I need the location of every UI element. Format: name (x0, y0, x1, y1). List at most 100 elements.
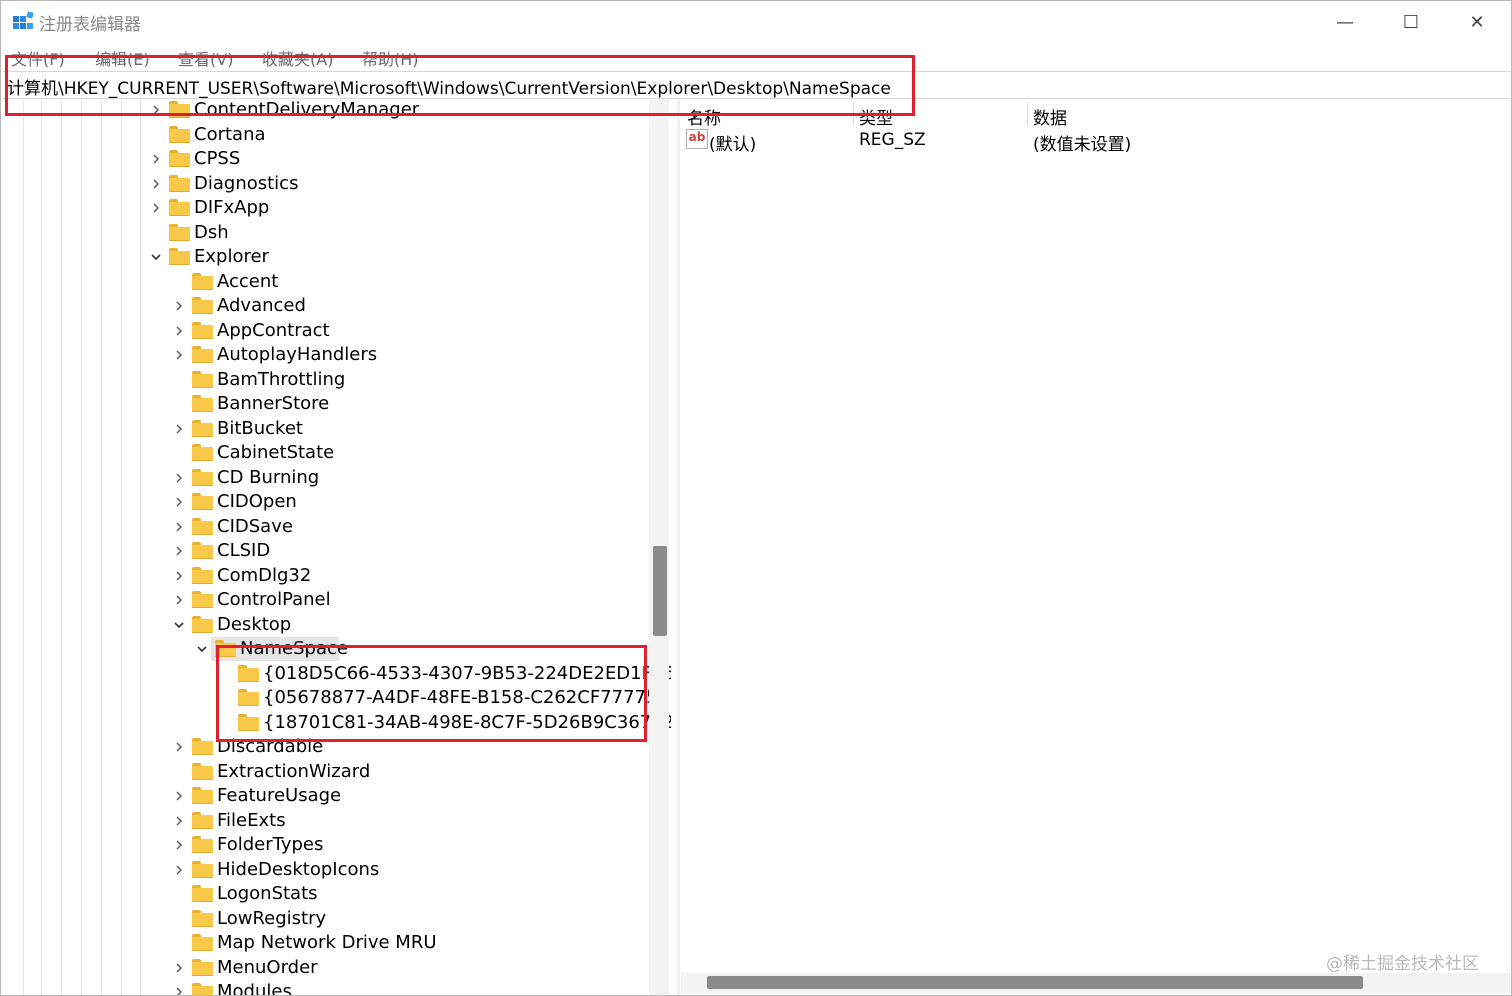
chevron-right-icon[interactable] (172, 520, 186, 534)
tree-node-label: DIFxApp (194, 197, 270, 218)
address-bar[interactable]: 计算机\HKEY_CURRENT_USER\Software\Microsoft… (3, 71, 1511, 99)
key-tree[interactable]: ContentDeliveryManager Cortana CPSS Diagnos… (3, 100, 671, 995)
chevron-right-icon[interactable] (172, 814, 186, 828)
tree-node[interactable]: FeatureUsage (3, 784, 649, 808)
tree-node[interactable]: Dsh (3, 221, 649, 245)
tree-scroll-thumb[interactable] (653, 546, 667, 636)
tree-node[interactable]: Map Network Drive MRU (3, 931, 649, 955)
menu-view[interactable]: 查看(V) (178, 46, 233, 70)
tree-node[interactable]: FolderTypes (3, 833, 649, 857)
chevron-right-icon[interactable] (172, 985, 186, 995)
chevron-right-icon[interactable] (172, 324, 186, 338)
tree-node[interactable]: CIDOpen (3, 490, 649, 514)
chevron-down-icon[interactable] (172, 618, 186, 632)
folder-icon (192, 615, 213, 633)
tree-node-label: FeatureUsage (217, 785, 342, 806)
chevron-down-icon[interactable] (149, 250, 163, 264)
folder-icon (192, 811, 213, 829)
menu-file[interactable]: 文件(F) (11, 46, 65, 70)
tree-node[interactable]: LogonStats (3, 882, 649, 906)
column-separator[interactable] (1027, 102, 1028, 126)
chevron-right-icon[interactable] (172, 863, 186, 877)
folder-icon (169, 125, 190, 143)
folder-icon (169, 150, 190, 167)
tree-node[interactable]: {05678877-A4DF-48FE-B158-C262CF77775B} (3, 686, 671, 710)
folder-icon (192, 444, 213, 461)
values-list[interactable]: 名称 类型 数据 ab (默认) REG_SZ (数值未设置) (681, 100, 1511, 995)
tree-node[interactable]: DIFxApp (3, 196, 649, 220)
title-bar[interactable]: 注册表编辑器 — ☐ ✕ (1, 1, 1511, 43)
chevron-right-icon[interactable] (172, 299, 186, 313)
tree-node[interactable]: Diagnostics (3, 172, 649, 196)
chevron-right-icon[interactable] (172, 348, 186, 362)
chevron-down-icon[interactable] (195, 642, 209, 656)
menu-edit[interactable]: 编辑(E) (95, 46, 150, 70)
tree-node[interactable]: Desktop (3, 613, 649, 637)
tree-node[interactable]: Advanced (3, 294, 649, 318)
chevron-right-icon[interactable] (172, 544, 186, 558)
tree-node[interactable]: HideDesktopIcons (3, 858, 649, 882)
chevron-right-icon[interactable] (149, 103, 163, 117)
tree-node[interactable]: Cortana (3, 123, 649, 147)
menu-favorites[interactable]: 收藏夹(A) (262, 46, 333, 70)
tree-node[interactable]: Discardable (3, 735, 649, 759)
chevron-right-icon[interactable] (172, 471, 186, 485)
tree-node[interactable]: Modules (3, 980, 649, 995)
values-scroll-thumb[interactable] (707, 976, 1363, 989)
tree-node[interactable]: MenuOrder (3, 956, 649, 980)
tree-node[interactable]: ExtractionWizard (3, 760, 649, 784)
tree-node[interactable]: CabinetState (3, 441, 649, 465)
chevron-right-icon[interactable] (172, 740, 186, 754)
maximize-button[interactable]: ☐ (1381, 5, 1441, 39)
tree-node[interactable]: BamThrottling (3, 368, 649, 392)
folder-icon (192, 272, 213, 290)
tree-node[interactable]: FileExts (3, 809, 649, 833)
column-separator[interactable] (853, 102, 854, 126)
chevron-right-icon[interactable] (172, 422, 186, 436)
column-header-data[interactable]: 数据 (1033, 104, 1067, 129)
chevron-right-icon[interactable] (172, 569, 186, 583)
tree-node[interactable]: {018D5C66-4533-4307-9B53-224DE2ED1FE6} (3, 662, 671, 686)
tree-node[interactable]: CLSID (3, 539, 649, 563)
column-header-type[interactable]: 类型 (859, 104, 893, 129)
address-path[interactable]: 计算机\HKEY_CURRENT_USER\Software\Microsoft… (7, 74, 891, 99)
tree-node-label: CabinetState (217, 442, 335, 463)
close-button[interactable]: ✕ (1447, 5, 1507, 39)
tree-node[interactable]: AppContract (3, 319, 649, 343)
folder-icon (192, 493, 213, 510)
tree-node[interactable]: ControlPanel (3, 588, 649, 612)
tree-node-label: LogonStats (217, 883, 318, 904)
tree-node[interactable]: Accent (3, 270, 649, 294)
chevron-right-icon[interactable] (149, 177, 163, 191)
chevron-right-icon[interactable] (172, 838, 186, 852)
tree-node-label: Dsh (194, 221, 229, 243)
tree-node[interactable]: BitBucket (3, 417, 649, 441)
column-header-name[interactable]: 名称 (687, 104, 721, 129)
tree-node[interactable]: {18701C81-34AB-498E-8C7F-5D26B9C36732} (3, 711, 671, 735)
tree-node[interactable]: CPSS (3, 147, 649, 171)
menu-help[interactable]: 帮助(H) (362, 46, 419, 70)
tree-node[interactable]: CD Burning (3, 466, 649, 490)
tree-node[interactable]: ComDlg32 (3, 564, 649, 588)
chevron-right-icon[interactable] (172, 961, 186, 975)
tree-node[interactable]: NameSpace (3, 637, 649, 661)
tree-node[interactable]: LowRegistry (3, 907, 649, 931)
tree-node-label: {018D5C66-4533-4307-9B53-224DE2ED1FE6} (263, 662, 671, 684)
pane-splitter[interactable] (677, 100, 680, 995)
chevron-right-icon[interactable] (172, 789, 186, 803)
tree-node[interactable]: AutoplayHandlers (3, 343, 649, 367)
tree-node-label: Map Network Drive MRU (217, 932, 437, 953)
tree-node[interactable]: BannerStore (3, 392, 649, 416)
minimize-icon: — (1336, 11, 1354, 33)
chevron-right-icon[interactable] (172, 593, 186, 607)
minimize-button[interactable]: — (1315, 5, 1375, 39)
chevron-right-icon[interactable] (172, 495, 186, 509)
folder-icon (192, 762, 213, 780)
tree-node[interactable]: Explorer (3, 245, 649, 269)
chevron-right-icon[interactable] (149, 201, 163, 215)
tree-node[interactable]: ContentDeliveryManager (3, 100, 649, 122)
folder-icon (192, 542, 213, 559)
value-name[interactable]: (默认) (709, 130, 756, 155)
chevron-right-icon[interactable] (149, 152, 163, 166)
tree-node[interactable]: CIDSave (3, 515, 649, 539)
